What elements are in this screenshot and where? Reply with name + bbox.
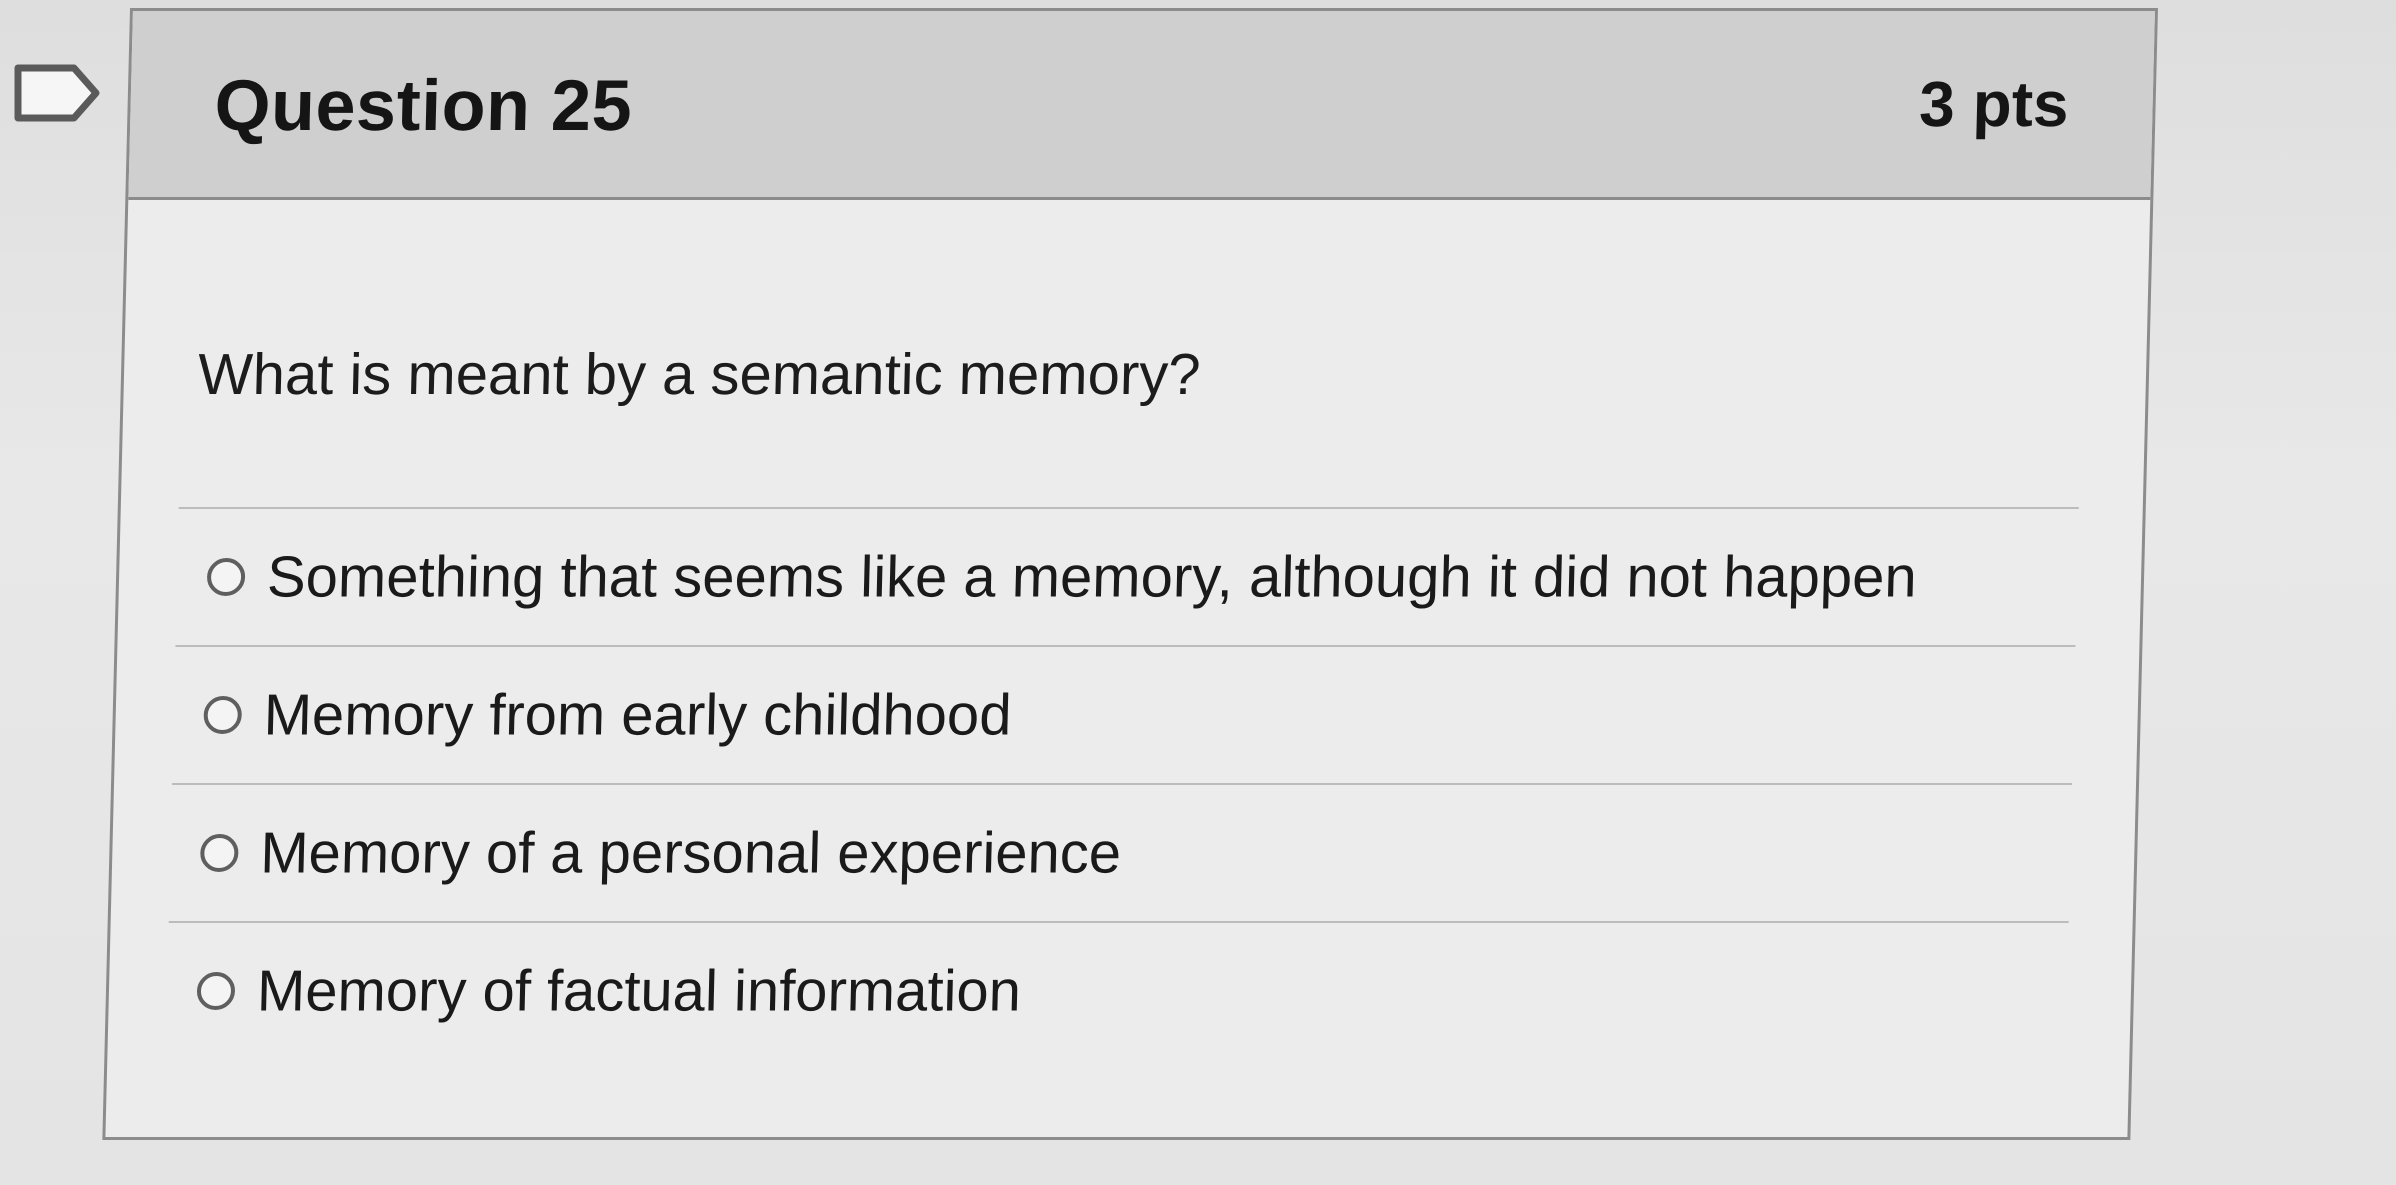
radio-button-icon[interactable] <box>206 558 246 596</box>
answer-option-1[interactable]: Something that seems like a memory, alth… <box>175 507 2079 645</box>
radio-button-icon[interactable] <box>199 834 239 872</box>
answer-label[interactable]: Something that seems like a memory, alth… <box>266 544 1917 611</box>
answer-label[interactable]: Memory of a personal experience <box>260 820 1122 887</box>
answer-label[interactable]: Memory of factual information <box>256 958 1022 1025</box>
answer-label[interactable]: Memory from early childhood <box>263 682 1012 749</box>
radio-button-icon[interactable] <box>196 972 236 1010</box>
flag-question-icon[interactable] <box>12 62 104 124</box>
question-points: 3 pts <box>1918 68 2070 140</box>
radio-button-icon[interactable] <box>203 696 243 734</box>
answer-list: Something that seems like a memory, alth… <box>165 507 2079 1059</box>
question-title: Question 25 <box>213 66 634 146</box>
answer-option-2[interactable]: Memory from early childhood <box>172 645 2076 783</box>
question-card: Question 25 3 pts What is meant by a sem… <box>102 8 2159 1140</box>
answer-option-3[interactable]: Memory of a personal experience <box>168 783 2073 921</box>
question-prompt: What is meant by a semantic memory? <box>197 342 1202 407</box>
answer-option-4[interactable]: Memory of factual information <box>165 921 2069 1059</box>
question-header: Question 25 3 pts <box>128 11 2155 200</box>
